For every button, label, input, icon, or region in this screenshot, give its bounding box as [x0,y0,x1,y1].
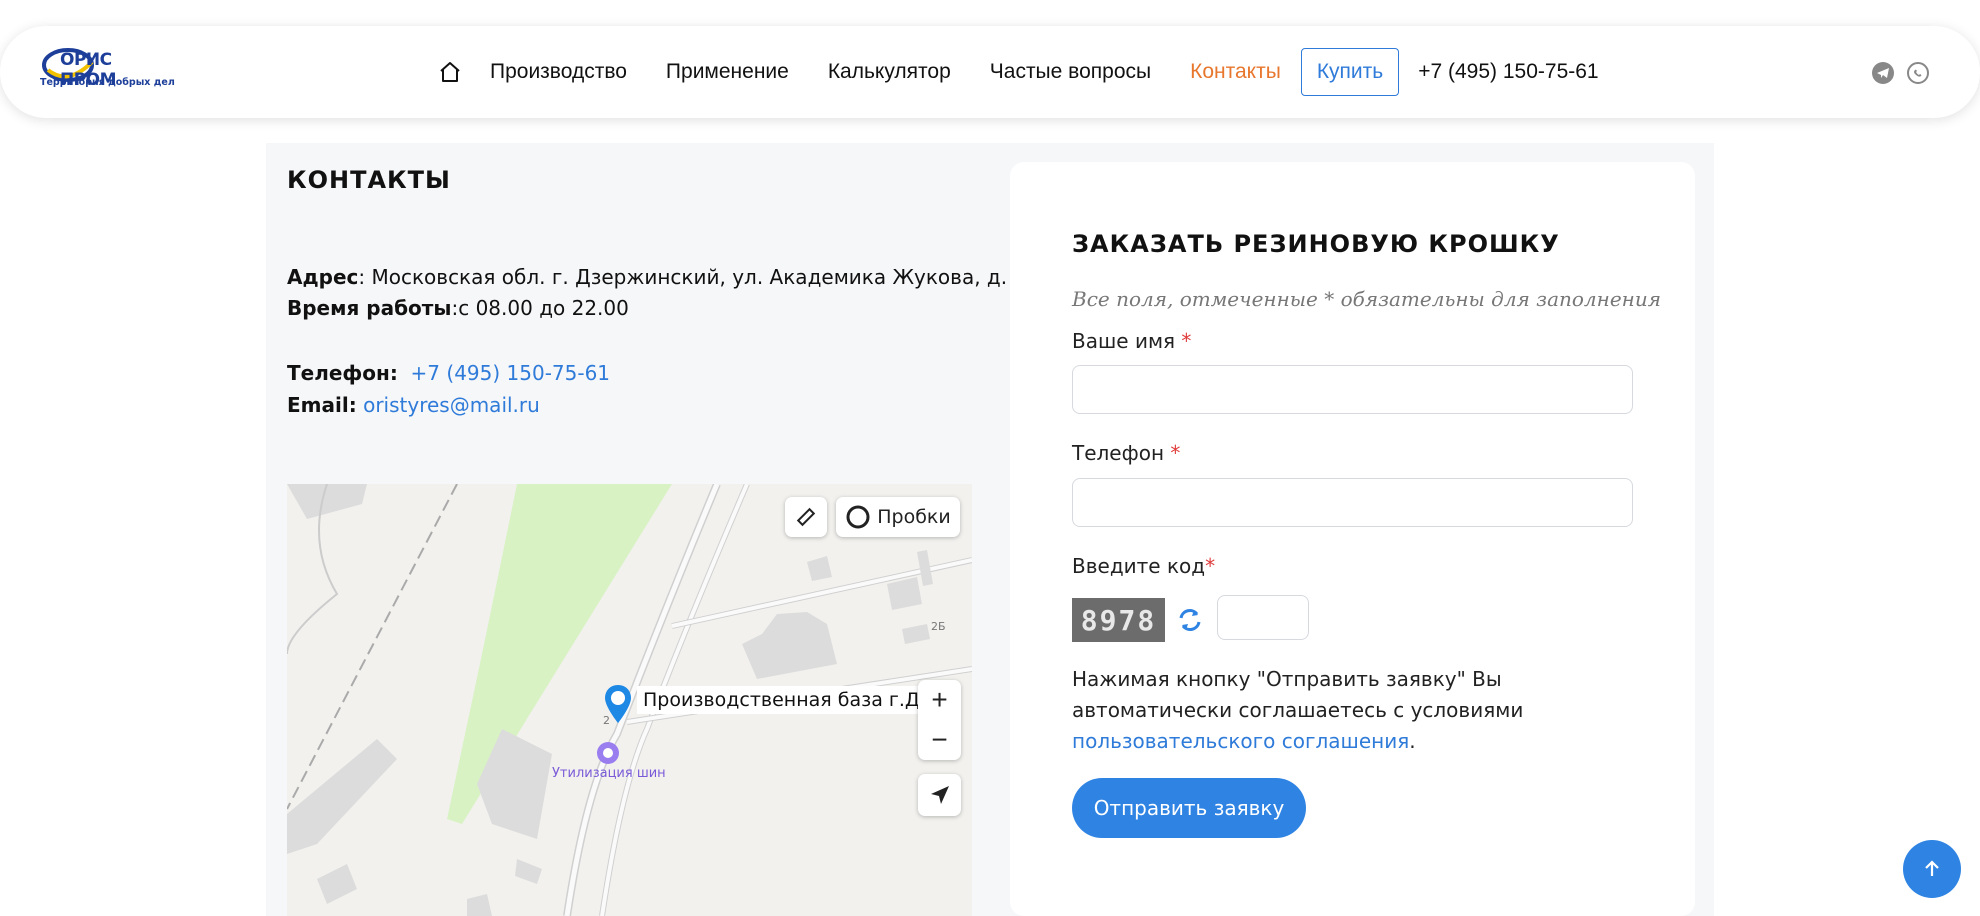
name-label-text: Ваше имя [1072,329,1176,353]
home-icon[interactable] [436,58,464,86]
email-link[interactable]: oristyres@mail.ru [363,393,540,417]
main-nav: Производство Применение Калькулятор Част… [436,26,1599,118]
code-label: Введите код* [1072,554,1215,578]
telegram-icon[interactable] [1872,62,1894,84]
required-mark: * [1181,329,1192,353]
house-number-2b: 2Б [931,620,946,633]
map-place-label[interactable]: Производственная база г.Дзер... [637,686,929,714]
traffic-label: Пробки [877,506,951,528]
hours-line: Время работы:с 08.00 до 22.00 [287,296,629,320]
ruler-icon[interactable] [785,497,827,537]
required-mark: * [1205,554,1216,578]
nav-application[interactable]: Применение [666,60,789,84]
phone-input[interactable] [1072,478,1633,527]
captcha-input[interactable] [1217,595,1309,640]
poi-label[interactable]: Утилизация шин [552,766,666,781]
arrow-up-icon [1925,860,1939,876]
address-value: : Московская обл. г. Дзержинский, ул. Ак… [358,265,1033,289]
name-input[interactable] [1072,365,1633,414]
phone-link[interactable]: +7 (495) 150-75-61 [411,361,610,385]
address-label: Адрес [287,265,359,289]
hours-value: :с 08.00 до 22.00 [451,296,629,320]
phone-label-text: Телефон [1072,441,1165,465]
logo-tagline: Территория добрых дел [40,77,175,88]
agreement-link[interactable]: пользовательского соглашения [1072,729,1409,753]
email-label: Email: [287,393,357,417]
nav-contacts[interactable]: Контакты [1190,60,1281,84]
geolocation-icon[interactable] [918,774,961,816]
map-pin-icon[interactable] [603,683,633,727]
form-note: Все поля, отмеченные * обязательны для з… [1072,287,1661,311]
poi-icon[interactable] [596,741,620,765]
agreement-end: . [1409,729,1416,753]
agreement-prefix: Нажимая кнопку "Отправить заявку" Вы авт… [1072,667,1524,722]
traffic-icon [846,505,870,529]
scroll-to-top-button[interactable] [1903,840,1961,898]
hours-label: Время работы [287,296,452,320]
buy-button[interactable]: Купить [1300,48,1400,96]
agreement-text: Нажимая кнопку "Отправить заявку" Вы авт… [1072,664,1652,757]
zoom-in-icon[interactable]: + [918,680,961,720]
form-title: ЗАКАЗАТЬ РЕЗИНОВУЮ КРОШКУ [1072,230,1560,258]
address-line: Адрес: Московская обл. г. Дзержинский, у… [287,265,1033,289]
header-phone[interactable]: +7 (495) 150-75-61 [1418,60,1598,84]
zoom-controls: + − [918,680,961,760]
phone-line: Телефон: +7 (495) 150-75-61 [287,361,610,385]
phone-label: Телефон: [287,361,398,385]
email-line: Email: oristyres@mail.ru [287,393,540,417]
map[interactable]: 2Б 2 Пробки Производственная база г.Дзер… [287,484,972,916]
phone-field-label: Телефон * [1072,441,1180,465]
whatsapp-icon[interactable] [1907,62,1929,84]
logo[interactable]: ОРИС ПРОМ Территория добрых дел [38,46,175,98]
contacts-title: КОНТАКТЫ [287,166,451,194]
traffic-button[interactable]: Пробки [836,497,960,537]
nav-production[interactable]: Производство [490,60,627,84]
zoom-out-icon[interactable]: − [918,720,961,760]
nav-calculator[interactable]: Калькулятор [828,60,951,84]
submit-button[interactable]: Отправить заявку [1072,778,1306,838]
site-header: ОРИС ПРОМ Территория добрых дел Производ… [0,26,1980,118]
required-mark: * [1170,441,1181,465]
code-label-text: Введите код [1072,554,1206,578]
captcha-image: 8978 [1072,598,1165,642]
name-label: Ваше имя * [1072,329,1191,353]
nav-faq[interactable]: Частые вопросы [990,60,1151,84]
refresh-icon[interactable] [1176,606,1204,634]
